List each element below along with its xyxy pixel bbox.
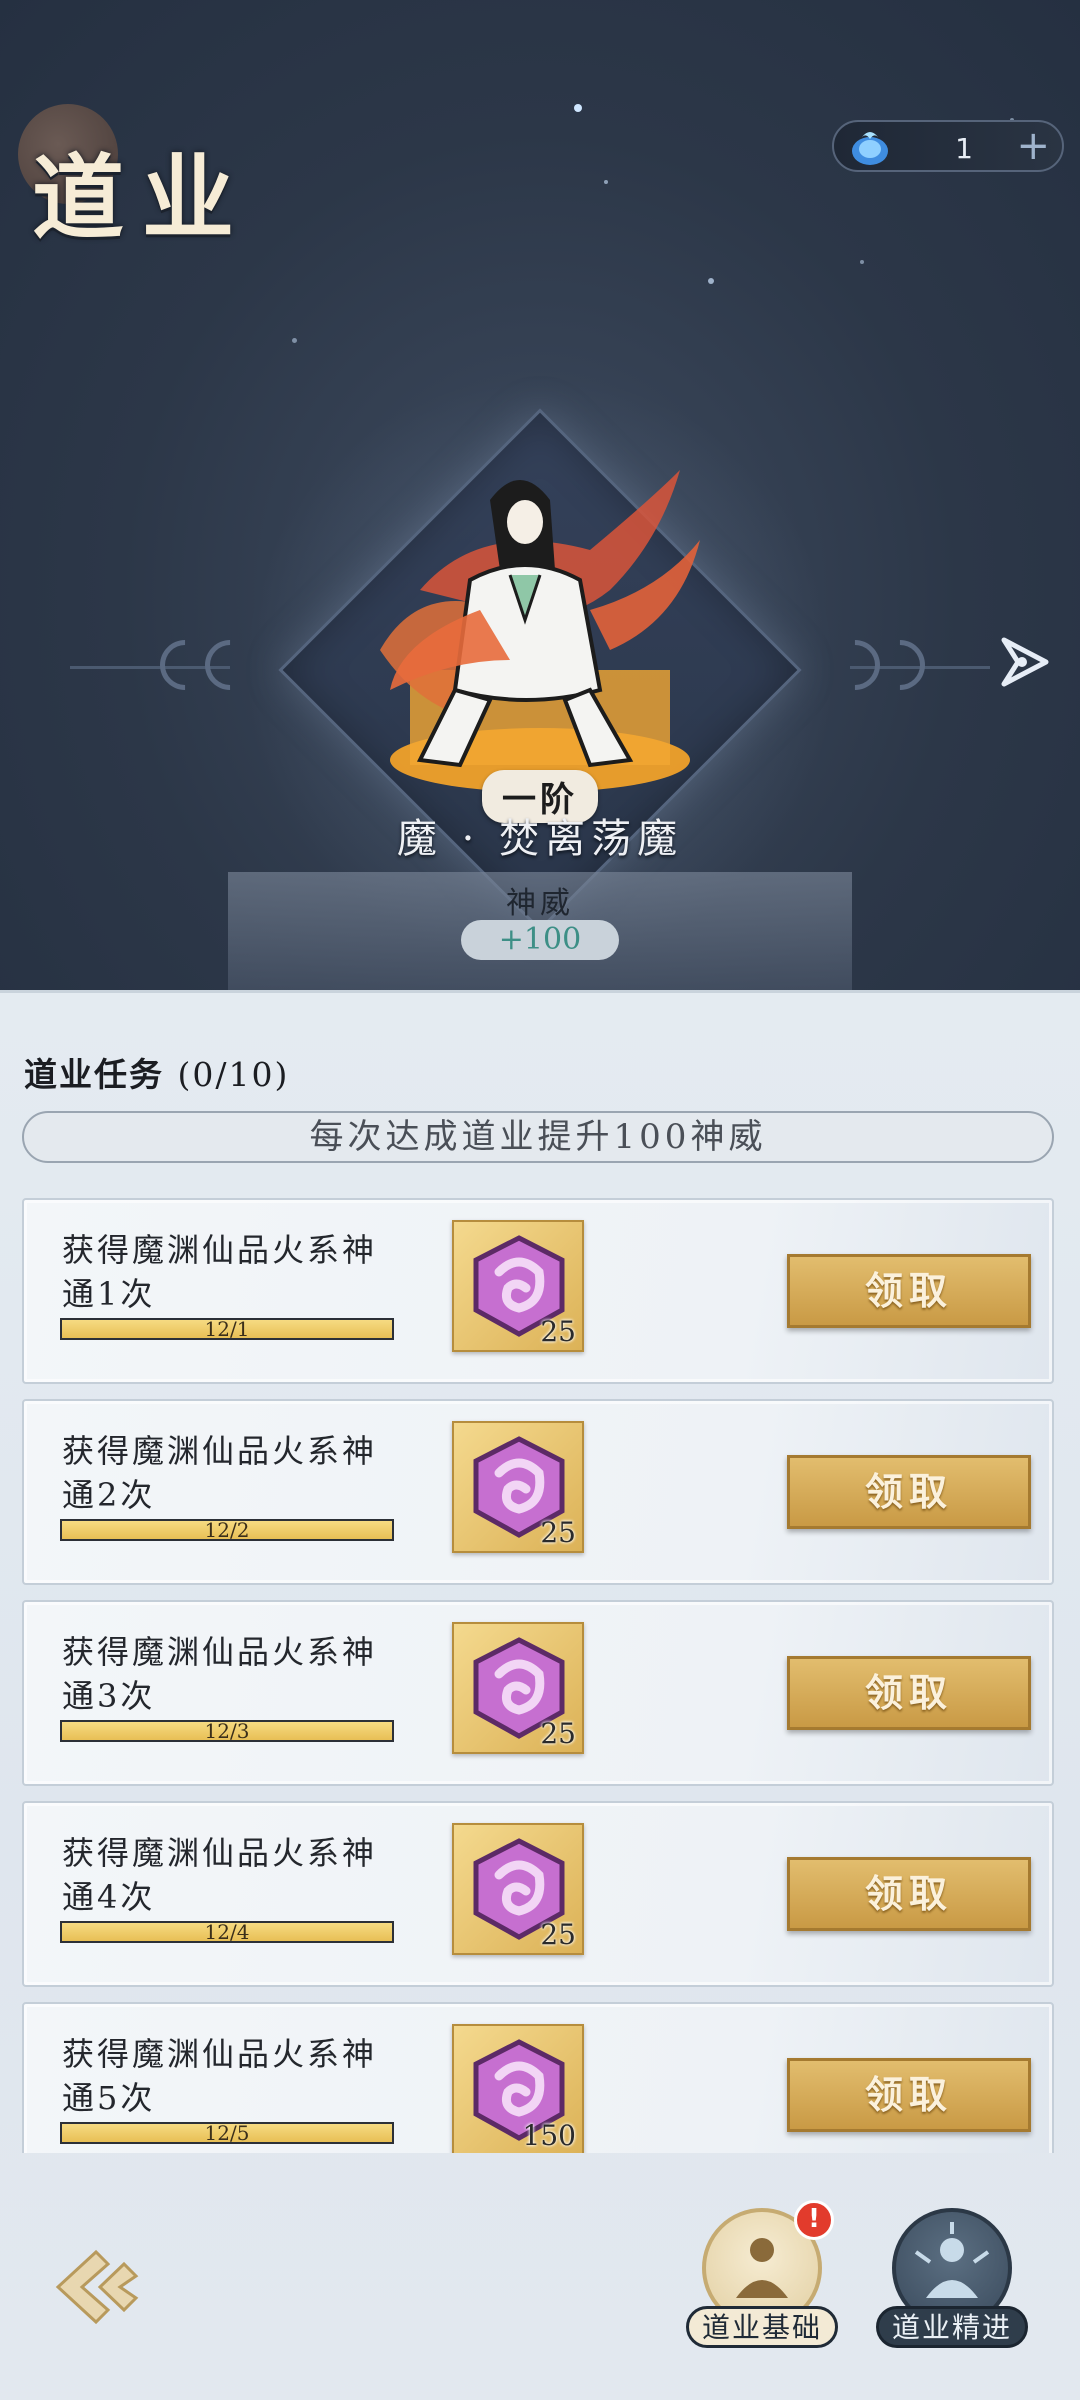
basic-nav-label: 道业基础 [686, 2306, 838, 2348]
progress-bar: 12/5 [60, 2122, 394, 2144]
claim-button[interactable]: 领取 [787, 2058, 1031, 2132]
next-arrow-icon[interactable] [996, 632, 1056, 692]
progress-bar: 12/3 [60, 1720, 394, 1742]
reward-count: 25 [540, 1717, 576, 1750]
reward-count: 25 [540, 1918, 576, 1951]
task-label: 获得魔渊仙品火系神通2次 [62, 1432, 378, 1514]
advanced-nav-label: 道业精进 [876, 2306, 1028, 2348]
progress-bar: 12/4 [60, 1921, 394, 1943]
back-arrow-icon[interactable] [48, 2242, 148, 2332]
claim-button[interactable]: 领取 [787, 1656, 1031, 1730]
title-block: 道业 [18, 104, 258, 252]
progress-bar: 12/1 [60, 1318, 394, 1340]
crescent-decoration [864, 629, 936, 701]
task-panel: 道业任务 (0/10) 每次达成道业提升100神威 获得魔渊仙品火系神通1次 1… [0, 990, 1080, 2400]
power-value: +100 [461, 920, 619, 960]
task-row: 获得魔渊仙品火系神通5次 12/5 150 领取 [22, 2002, 1054, 2153]
progress-text: 12/1 [204, 1317, 250, 1341]
skill-character-illustration [380, 470, 700, 792]
task-row: 获得魔渊仙品火系神通3次 12/3 25 领取 [22, 1600, 1054, 1786]
progress-text: 12/4 [204, 1920, 250, 1944]
page-title: 道业 [32, 144, 253, 252]
reward-item[interactable]: 25 [452, 1421, 584, 1553]
claim-button[interactable]: 领取 [787, 1254, 1031, 1328]
task-label: 获得魔渊仙品火系神通5次 [62, 2035, 378, 2117]
power-box: 神威 +100 [228, 872, 852, 990]
hero-section: 道业 1 + 一阶 魔 · 焚离荡魔 神威 +100 [0, 0, 1080, 990]
star-decoration [708, 278, 714, 284]
claim-button[interactable]: 领取 [787, 1857, 1031, 1931]
progress-text: 12/2 [204, 1518, 250, 1542]
power-label: 神威 [506, 886, 574, 921]
reward-item[interactable]: 25 [452, 1823, 584, 1955]
currency-count: 1 [955, 132, 973, 165]
task-row: 获得魔渊仙品火系神通2次 12/2 25 领取 [22, 1399, 1054, 1585]
reward-item[interactable]: 150 [452, 2024, 584, 2153]
star-decoration [574, 104, 582, 112]
star-decoration [292, 338, 297, 343]
task-label: 获得魔渊仙品火系神通1次 [62, 1231, 378, 1313]
add-currency-button[interactable]: + [1016, 124, 1050, 168]
currency-bar[interactable]: 1 + [832, 120, 1064, 172]
panel-title-text: 道业任务 [24, 1055, 164, 1094]
notification-badge: ! [794, 2200, 834, 2240]
progress-text: 12/5 [204, 2121, 250, 2145]
basic-nav-button[interactable]: 道业基础 ! [686, 2200, 838, 2348]
task-list[interactable]: 获得魔渊仙品火系神通1次 12/1 25 领取 获得魔渊仙品火系神通2次 12/… [22, 1198, 1054, 2153]
task-label: 获得魔渊仙品火系神通4次 [62, 1834, 378, 1916]
progress-text: 12/3 [204, 1719, 250, 1743]
task-row: 获得魔渊仙品火系神通4次 12/4 25 领取 [22, 1801, 1054, 1987]
task-row: 获得魔渊仙品火系神通1次 12/1 25 领取 [22, 1198, 1054, 1384]
reward-item[interactable]: 25 [452, 1622, 584, 1754]
reward-item[interactable]: 25 [452, 1220, 584, 1352]
reward-count: 150 [522, 2119, 576, 2152]
skill-name: 魔 · 焚离荡魔 [396, 816, 684, 862]
reward-count: 25 [540, 1315, 576, 1348]
task-label: 获得魔渊仙品火系神通3次 [62, 1633, 378, 1715]
progress-bar: 12/2 [60, 1519, 394, 1541]
panel-title: 道业任务 (0/10) [24, 1048, 289, 1096]
spirit-flame-icon [852, 132, 888, 165]
task-banner: 每次达成道业提升100神威 [22, 1111, 1054, 1163]
claim-button[interactable]: 领取 [787, 1455, 1031, 1529]
star-decoration [860, 260, 864, 264]
star-decoration [604, 180, 608, 184]
advanced-nav-button[interactable]: 道业精进 [876, 2208, 1028, 2348]
reward-count: 25 [540, 1516, 576, 1549]
task-count: (0/10) [177, 1055, 290, 1094]
